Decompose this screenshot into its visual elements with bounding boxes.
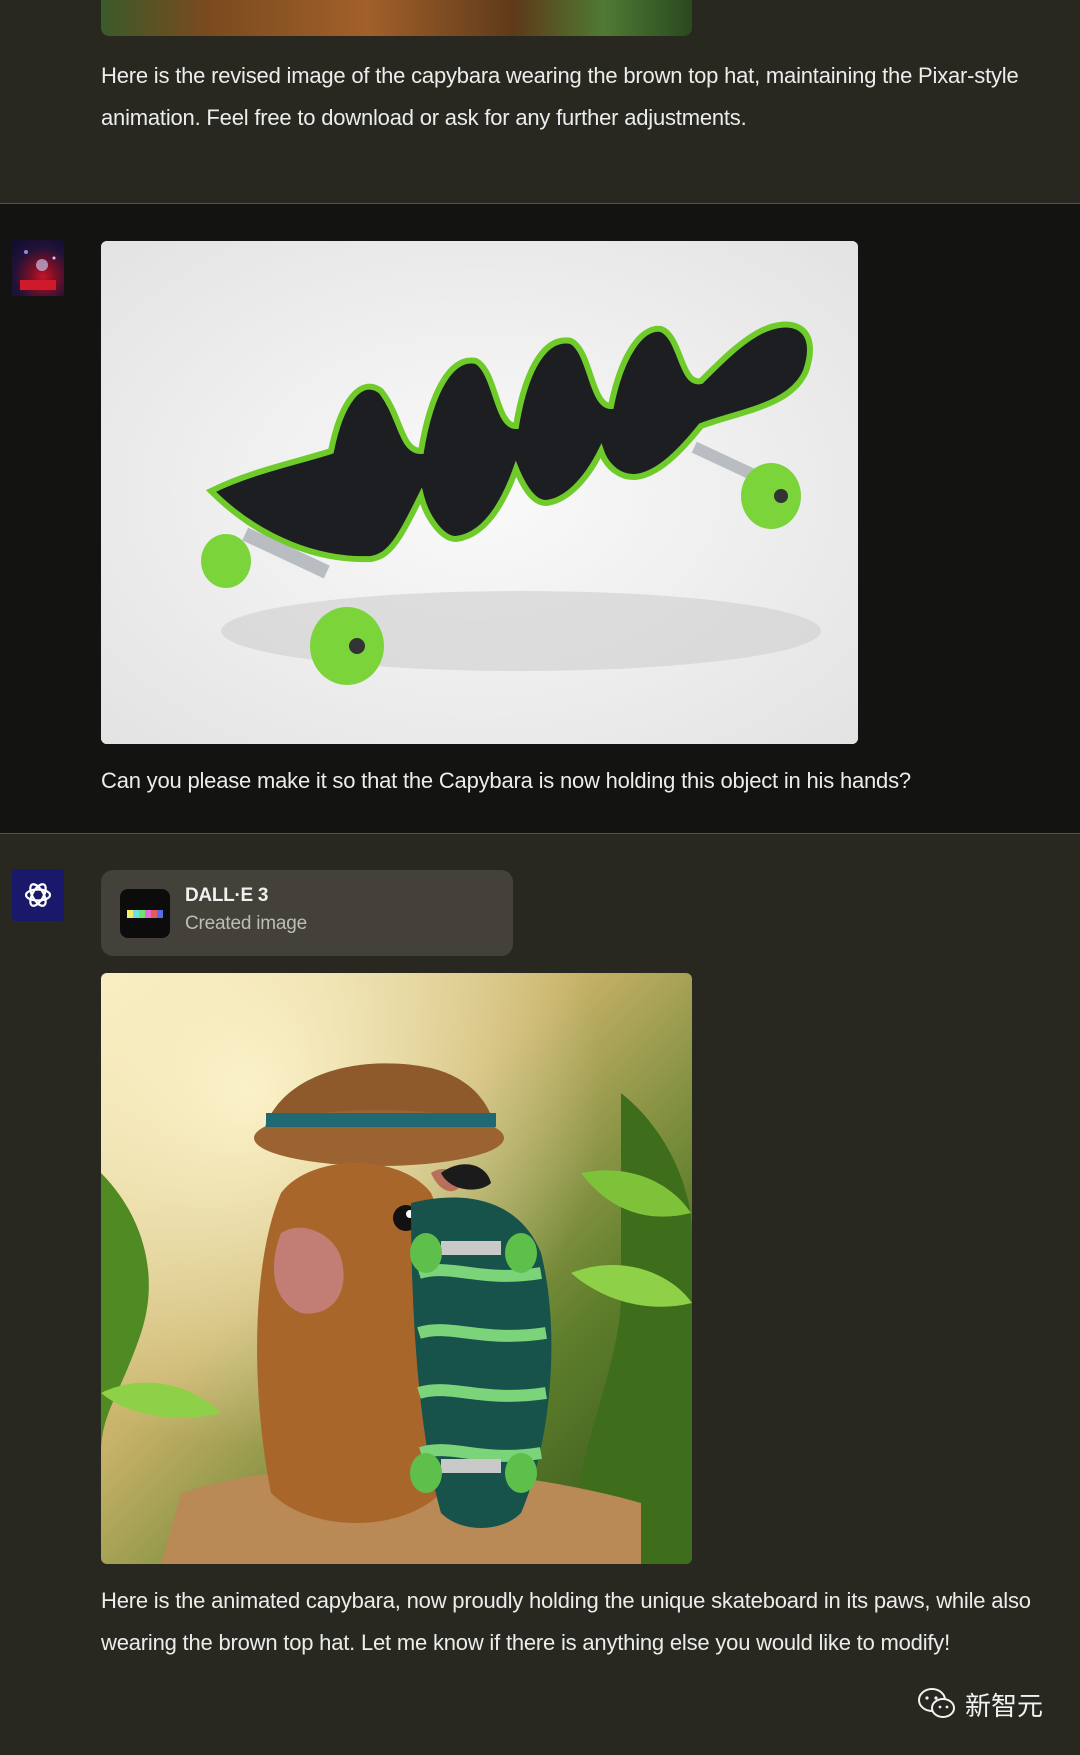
dalle-tool-card[interactable]: DALL·E 3 Created image [101, 870, 513, 956]
user-prompt-text: Can you please make it so that the Capyb… [101, 768, 911, 793]
previous-generated-image[interactable] [101, 0, 692, 36]
user-message: Can you please make it so that the Capyb… [0, 204, 1080, 833]
generated-capybara-image[interactable] [101, 973, 692, 1564]
assistant-response-text: Here is the revised image of the capybar… [101, 63, 1019, 130]
uploaded-skateboard-image[interactable] [101, 241, 858, 744]
tool-name: DALL·E 3 [185, 885, 269, 906]
user-avatar [12, 240, 64, 296]
wechat-icon [918, 1688, 955, 1718]
dalle-icon [120, 889, 170, 938]
assistant-message-previous: Here is the revised image of the capybar… [0, 0, 1080, 203]
assistant-response-text: Here is the animated capybara, now proud… [101, 1588, 1031, 1655]
watermark-text: 新智元 [965, 1691, 1044, 1722]
chatgpt-logo-icon [12, 869, 64, 921]
tool-status: Created image [185, 913, 308, 934]
assistant-message: DALL·E 3 Created image Here is the anima… [0, 834, 1080, 1755]
watermark: 新智元 [917, 1684, 1057, 1724]
